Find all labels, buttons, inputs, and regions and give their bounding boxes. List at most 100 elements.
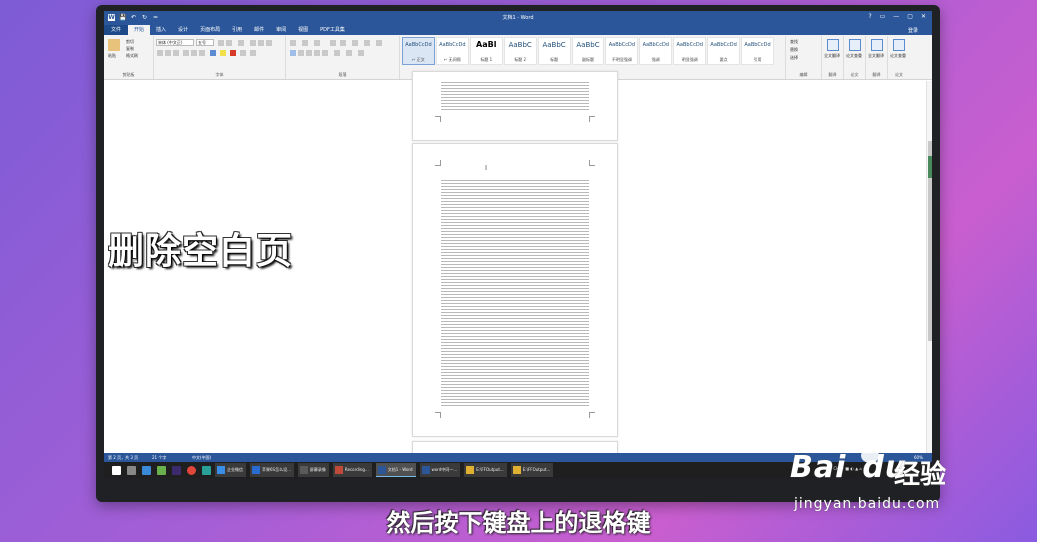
font-family-select[interactable]: 宋体 (中文正) <box>156 39 194 46</box>
enclose-char-icon[interactable] <box>250 50 256 56</box>
watermark-url: jingyan.baidu.com <box>794 496 941 512</box>
align-center-icon[interactable] <box>298 50 304 56</box>
align-left-icon[interactable] <box>290 50 296 56</box>
plagiarism-check-icon[interactable] <box>849 39 861 51</box>
taskbar-item-word-doc1[interactable]: 文档1 - Word <box>375 463 416 477</box>
help-button[interactable]: ? <box>868 13 871 20</box>
minimize-button[interactable]: — <box>893 13 899 20</box>
underline-icon[interactable] <box>173 50 179 56</box>
translate-button[interactable]: 全文翻译 <box>824 53 840 59</box>
char-shading-icon[interactable] <box>240 50 246 56</box>
taskbar-item-recording[interactable]: Recording... <box>332 463 372 477</box>
subscript-icon[interactable] <box>191 50 197 56</box>
tab-file[interactable]: 文件 <box>104 25 129 35</box>
page-1-text[interactable] <box>441 82 589 112</box>
page-2[interactable]: I <box>412 143 618 437</box>
bullets-icon[interactable] <box>290 40 296 46</box>
replace-button[interactable]: 替换 <box>790 47 798 53</box>
find-button[interactable]: 查找 <box>790 39 798 45</box>
search-icon[interactable] <box>127 465 136 475</box>
clear-format-icon[interactable] <box>250 40 256 46</box>
tab-mailings[interactable]: 邮件 <box>248 25 270 35</box>
change-case-icon[interactable] <box>238 40 244 46</box>
paste-icon[interactable] <box>108 39 120 51</box>
taskbar-item-browser[interactable]: 苹果6S怎么设... <box>250 463 294 477</box>
tab-references[interactable]: 引用 <box>226 25 248 35</box>
premiere-icon[interactable] <box>172 465 181 475</box>
select-button[interactable]: 选择 <box>790 55 798 61</box>
sign-in-link[interactable]: 登录 <box>908 27 918 34</box>
grow-font-icon[interactable] <box>218 40 224 46</box>
plagiarism-check-button-2[interactable]: 论文查重 <box>890 53 906 59</box>
phonetic-guide-icon[interactable] <box>258 40 264 46</box>
tab-insert[interactable]: 插入 <box>150 25 172 35</box>
taskbar-item-word-doc2[interactable]: word中同一... <box>419 463 461 477</box>
taskbar-item-screen-recorder[interactable]: 屏幕录像 <box>297 463 329 477</box>
vertical-scrollbar[interactable] <box>926 81 932 458</box>
ribbon-display-button[interactable]: ▭ <box>880 13 886 20</box>
strikethrough-icon[interactable] <box>183 50 189 56</box>
translate-icon[interactable] <box>871 39 883 51</box>
chinese-layout-icon[interactable] <box>352 40 358 46</box>
cut-button[interactable]: 剪切 <box>126 39 134 45</box>
tab-review[interactable]: 审阅 <box>270 25 292 35</box>
bold-icon[interactable] <box>157 50 163 56</box>
close-button[interactable]: ✕ <box>921 13 926 20</box>
start-icon[interactable] <box>112 465 121 475</box>
shrink-font-icon[interactable] <box>226 40 232 46</box>
taskbar-item-folder-1[interactable]: E:\FFOutput... <box>464 463 507 477</box>
page-1[interactable] <box>412 71 618 141</box>
shading-icon[interactable] <box>346 50 352 56</box>
baidu-paw-logo-icon <box>850 430 890 465</box>
copy-button[interactable]: 复制 <box>126 46 134 52</box>
numbering-icon[interactable] <box>302 40 308 46</box>
window-title: 文档1 - Word <box>502 15 534 21</box>
paste-label[interactable]: 粘贴 <box>108 53 116 59</box>
decrease-indent-icon[interactable] <box>330 40 336 46</box>
thesis-group-1: 论文查重 论文 <box>844 36 866 79</box>
page-count[interactable]: 第 2 页，共 3 页 <box>108 453 138 462</box>
format-painter-button[interactable]: 格式刷 <box>126 53 138 59</box>
multilevel-list-icon[interactable] <box>314 40 320 46</box>
text-cursor-icon: I <box>485 164 488 172</box>
superscript-icon[interactable] <box>199 50 205 56</box>
taskbar-item-wecom[interactable]: 企业微信 <box>215 463 246 477</box>
browser-icon[interactable] <box>202 465 211 475</box>
increase-indent-icon[interactable] <box>340 40 346 46</box>
char-border-icon[interactable] <box>266 40 272 46</box>
tab-home[interactable]: 开始 <box>128 25 151 35</box>
tab-pdf-tools[interactable]: PDF工具集 <box>314 25 351 35</box>
tab-design[interactable]: 设计 <box>172 25 194 35</box>
translate-icon[interactable] <box>827 39 839 51</box>
align-right-icon[interactable] <box>306 50 312 56</box>
distribute-icon[interactable] <box>322 50 328 56</box>
maximize-button[interactable]: ▢ <box>907 13 913 20</box>
side-panel-handle[interactable] <box>928 156 932 178</box>
crop-mark <box>589 160 595 166</box>
thesis-group-2: 论文查重 论文 <box>888 36 910 79</box>
justify-icon[interactable] <box>314 50 320 56</box>
app-icon[interactable] <box>157 465 166 475</box>
language[interactable]: 中文(中国) <box>192 453 211 462</box>
tab-view[interactable]: 视图 <box>292 25 314 35</box>
italic-icon[interactable] <box>165 50 171 56</box>
plagiarism-check-button[interactable]: 论文查重 <box>846 53 862 59</box>
sort-icon[interactable] <box>364 40 370 46</box>
word-count[interactable]: 21 个字 <box>152 453 166 462</box>
translate-button-2[interactable]: 全文翻译 <box>868 53 884 59</box>
photos-icon[interactable] <box>142 465 151 475</box>
ribbon-tabs: 文件 开始 插入 设计 页面布局 引用 邮件 审阅 视图 PDF工具集 登录 <box>104 24 932 35</box>
font-color-icon[interactable] <box>230 50 236 56</box>
tab-page-layout[interactable]: 页面布局 <box>194 25 226 35</box>
highlight-icon[interactable] <box>220 50 226 56</box>
text-effects-icon[interactable] <box>210 50 216 56</box>
watermark-brand-cn: 经验 <box>894 460 947 490</box>
borders-icon[interactable] <box>358 50 364 56</box>
line-spacing-icon[interactable] <box>334 50 340 56</box>
page-2-text[interactable] <box>441 180 589 408</box>
taskbar-item-folder-2[interactable]: E:\FFOutput... <box>510 463 554 477</box>
font-size-select[interactable]: 五号 <box>196 39 214 46</box>
plagiarism-check-icon[interactable] <box>893 39 905 51</box>
show-marks-icon[interactable] <box>376 40 382 46</box>
chrome-icon[interactable] <box>187 465 196 475</box>
